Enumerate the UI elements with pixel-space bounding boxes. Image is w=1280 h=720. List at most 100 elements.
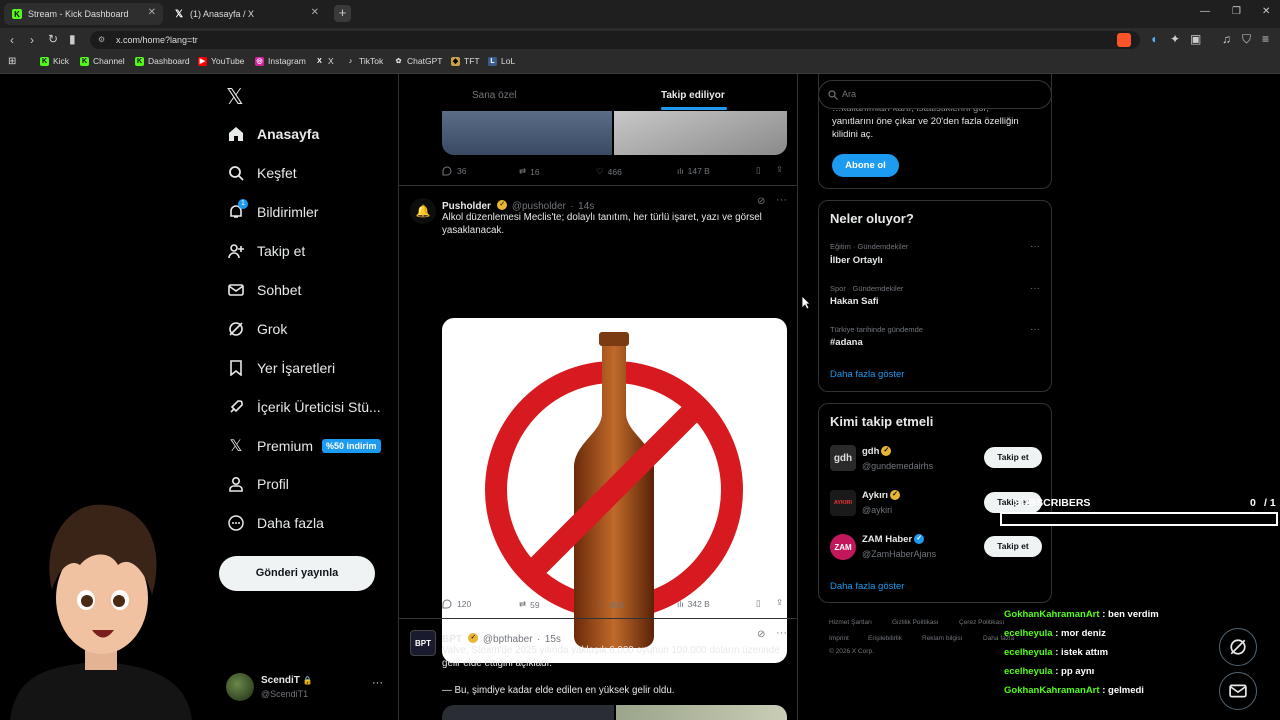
tab-following[interactable]: Takip ediliyor [661,90,725,101]
sidebar-item-grok[interactable]: Grok [228,321,287,337]
footer-link[interactable]: Hizmet Şartları [829,619,872,626]
bookmark-icon [228,360,244,376]
tab-x-home[interactable]: 𝕏 (1) Anasayfa / X ✕ [166,3,326,25]
close-icon[interactable]: ✕ [311,7,319,18]
footer-link[interactable]: Erişilebilirlik [868,635,902,642]
like-button[interactable]: ♡ 466 [596,166,622,177]
tab-kick-dashboard[interactable]: K Stream - Kick Dashboard ✕ [4,3,163,25]
minimize-icon[interactable]: — [1200,6,1210,17]
footer-link[interactable]: Imprint [829,635,849,642]
trend-item[interactable]: İlber Ortaylı [830,255,883,266]
window-close-icon[interactable]: ✕ [1262,6,1270,17]
bookmark-youtube[interactable]: ▶ YouTube [198,56,244,66]
bookmark-instagram[interactable]: ◎ Instagram [255,56,306,66]
repost-button[interactable]: ⇄ 16 [519,166,540,177]
bookmark-channel[interactable]: K Channel [80,56,125,66]
no-alcohol-image [485,332,743,648]
avatar[interactable]: ZAM [830,534,856,560]
post-button[interactable]: Gönderi yayınla [219,556,375,591]
bookmark-dashboard[interactable]: K Dashboard [135,56,190,66]
sidebar-item-notifications[interactable]: 1 Bildirimler [228,199,318,220]
avatar[interactable]: AYKIRI [830,490,856,516]
forward-icon[interactable]: › [30,33,34,47]
x-logo-icon[interactable]: 𝕏 [226,84,244,110]
bookmark-x[interactable]: XX [315,56,334,66]
tweet-image[interactable] [442,318,787,663]
sidebar-item-premium[interactable]: 𝕏 Premium %50 indirim [228,438,381,455]
sidebar-item-more[interactable]: Daha fazla [228,515,324,531]
like-button[interactable]: ♡ 865 [598,599,624,610]
grok-icon[interactable]: ⊘ [757,629,765,640]
bookmark-page-icon[interactable]: ▮ [69,32,76,46]
avatar[interactable]: 🔔 [410,198,436,224]
footer-link[interactable]: Reklam bilgisi [922,635,962,642]
show-more-link[interactable]: Daha fazla göster [830,369,904,380]
apps-grid-icon[interactable]: ⊞ [8,56,16,67]
tab-for-you[interactable]: Sana özel [472,90,516,101]
more-dots-icon[interactable]: ··· [1030,283,1040,294]
suggestion-name[interactable]: ZAM Haber ✓ [862,534,925,545]
site-settings-icon[interactable]: ⚙ [98,35,105,44]
bookmark-kick[interactable]: K Kick [40,56,69,66]
shield-icon[interactable]: ⛉ [1242,32,1251,47]
follow-button[interactable]: Takip et [984,447,1042,468]
bookmark-chatgpt[interactable]: ✿ ChatGPT [394,56,443,66]
avatar[interactable]: BPT [410,630,436,656]
sidebar-item-chat[interactable]: Sohbet [228,282,301,298]
back-icon[interactable]: ‹ [10,33,14,47]
share-icon[interactable]: ⇪ [776,164,783,175]
sidebar-item-bookmarks[interactable]: Yer İşaretleri [228,360,335,376]
more-dots-icon[interactable]: ··· [1030,241,1040,252]
views-button[interactable]: ılı 147 B [677,166,710,176]
suggestion-name[interactable]: gdh ✓ [862,446,892,457]
subscribe-button[interactable]: Abone ol [832,154,899,177]
messages-button[interactable] [1219,672,1257,710]
tweet[interactable]: 🔔 Pusholder ✓ @pusholder · 14s ⊘ ··· Alk… [399,186,797,663]
tweet-image[interactable] [442,705,787,720]
tweet[interactable]: BPT BPT ✓ @bpthaber · 15s ⊘ ··· Valve, S… [399,619,797,720]
maximize-icon[interactable]: ❐ [1232,6,1241,17]
more-dots-icon[interactable]: ··· [776,194,787,206]
music-icon[interactable]: ♫ [1222,32,1231,46]
new-tab-button[interactable]: + [334,5,351,22]
repost-button[interactable]: ⇄ 59 [519,599,540,610]
reply-button[interactable]: 36 [442,166,466,176]
close-icon[interactable]: ✕ [148,7,156,18]
suggestion-name[interactable]: Aykırı ✓ [862,490,901,501]
bookmark-lol[interactable]: L LoL [488,56,515,66]
footer-link[interactable]: Gizlilik Politikası [892,619,939,626]
views-button[interactable]: ılı 342 B [677,599,710,609]
grok-icon[interactable]: ⊘ [757,196,765,207]
menu-icon[interactable]: ≡ [1262,32,1269,46]
more-dots-icon[interactable]: ··· [776,627,787,639]
avatar[interactable]: gdh [830,445,856,471]
sidebar-item-explore[interactable]: Keşfet [228,165,297,181]
bookmark-tft[interactable]: ◆ TFT [451,56,480,66]
sidebar-icon[interactable]: ▣ [1190,32,1201,46]
account-switcher[interactable]: ScendiT 🔒 @ScendiT1 ··· [226,673,386,703]
sidebar-item-creator-studio[interactable]: İçerik Üreticisi Stü... [228,399,381,415]
share-icon[interactable]: ⇪ [776,597,783,608]
reload-icon[interactable]: ↻ [48,32,58,46]
bookmark-icon[interactable]: ▯ [756,598,761,609]
more-dots-icon[interactable]: ··· [1030,324,1040,335]
brave-shield-icon[interactable] [1117,33,1131,47]
bookmark-tiktok[interactable]: ♪ TikTok [346,56,384,66]
extension-icon[interactable]: ◖ [1150,32,1157,46]
chat-message: GokhanKahramanArt : ben verdim [1004,609,1159,620]
sidebar-item-home[interactable]: Anasayfa [228,126,319,142]
trend-item[interactable]: #adana [830,337,863,348]
sidebar-item-profile[interactable]: Profil [228,476,289,492]
search-input[interactable]: Ara [818,80,1052,109]
url-field[interactable]: ⚙ x.com/home?lang=tr [90,31,1140,49]
show-more-link[interactable]: Daha fazla göster [830,581,904,592]
reply-button[interactable]: 120 [442,599,471,609]
puzzle-icon[interactable]: ✦ [1170,32,1180,46]
sidebar-item-follow[interactable]: Takip et [228,243,305,259]
follow-button[interactable]: Takip et [984,536,1042,557]
trend-item[interactable]: Hakan Safi [830,296,879,307]
footer-link[interactable]: Çerez Politikası [959,619,1004,626]
previous-tweet-media[interactable] [442,111,787,155]
grok-button[interactable] [1219,628,1257,666]
bookmark-icon[interactable]: ▯ [756,165,761,176]
